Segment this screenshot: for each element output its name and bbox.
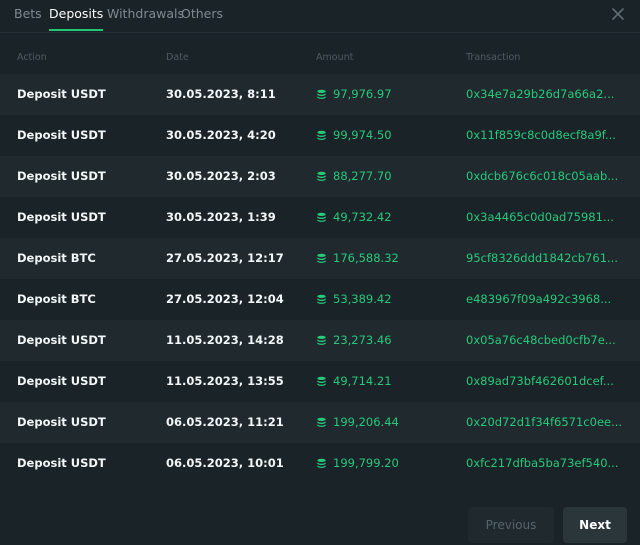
transaction-link[interactable]: 0x20d72d1f34f6571c0ee... bbox=[466, 415, 626, 429]
date-cell: 27.05.2023, 12:04 bbox=[166, 292, 284, 306]
date-cell: 30.05.2023, 1:39 bbox=[166, 210, 276, 224]
transaction-link[interactable]: 0x3a4465c0d0ad75981... bbox=[466, 210, 626, 224]
action-cell: Deposit USDT bbox=[17, 415, 106, 429]
table-row: Deposit USDT 30.05.2023, 1:39 49,732.42 0x3… bbox=[0, 197, 640, 238]
table-row: Deposit USDT 11.05.2023, 13:55 49,714.21 0x… bbox=[0, 361, 640, 402]
coin-stack-icon bbox=[316, 253, 327, 264]
amount-value: 53,389.42 bbox=[333, 292, 392, 306]
coin-stack-icon bbox=[316, 130, 327, 141]
amount-value: 97,976.97 bbox=[333, 87, 392, 101]
coin-stack-icon bbox=[316, 294, 327, 305]
table-row: Deposit USDT 30.05.2023, 2:03 88,277.70 0xd… bbox=[0, 156, 640, 197]
date-cell: 06.05.2023, 10:01 bbox=[166, 456, 284, 470]
amount-value: 88,277.70 bbox=[333, 169, 392, 183]
tab-withdrawals[interactable]: Withdrawals bbox=[107, 6, 184, 29]
transaction-link[interactable]: 0x05a76c48cbed0cfb7e... bbox=[466, 333, 626, 347]
amount-value: 199,799.20 bbox=[333, 456, 399, 470]
action-cell: Deposit BTC bbox=[17, 251, 96, 265]
date-cell: 30.05.2023, 2:03 bbox=[166, 169, 276, 183]
transaction-link[interactable]: 0x11f859c8c0d8ecf8a9f... bbox=[466, 128, 626, 142]
tab-others[interactable]: Others bbox=[181, 6, 223, 29]
table-row: Deposit BTC 27.05.2023, 12:17 176,588.32 95… bbox=[0, 238, 640, 279]
action-cell: Deposit USDT bbox=[17, 169, 106, 183]
transaction-link[interactable]: 0x34e7a29b26d7a66a2... bbox=[466, 87, 626, 101]
coin-stack-icon bbox=[316, 89, 327, 100]
coin-stack-icon bbox=[316, 212, 327, 223]
amount-cell: 199,799.20 bbox=[316, 456, 399, 470]
amount-cell: 88,277.70 bbox=[316, 169, 392, 183]
table-row: Deposit USDT 06.05.2023, 11:21 199,206.44 0… bbox=[0, 402, 640, 443]
date-cell: 06.05.2023, 11:21 bbox=[166, 415, 284, 429]
table-row: Deposit USDT 06.05.2023, 10:01 199,799.20 0… bbox=[0, 443, 640, 484]
tab-deposits[interactable]: Deposits bbox=[49, 6, 104, 31]
amount-cell: 97,976.97 bbox=[316, 87, 392, 101]
amount-value: 176,588.32 bbox=[333, 251, 399, 265]
tab-bets[interactable]: Bets bbox=[14, 6, 42, 29]
transaction-link[interactable]: 0xfc217dfba5ba73ef540... bbox=[466, 456, 626, 470]
table-row: Deposit USDT 30.05.2023, 4:20 99,974.50 0x1… bbox=[0, 115, 640, 156]
date-cell: 30.05.2023, 4:20 bbox=[166, 128, 276, 142]
transaction-link[interactable]: 0xdcb676c6c018c05aab... bbox=[466, 169, 626, 183]
coin-stack-icon bbox=[316, 171, 327, 182]
column-header-transaction: Transaction bbox=[466, 52, 521, 63]
date-cell: 11.05.2023, 14:28 bbox=[166, 333, 284, 347]
previous-button[interactable]: Previous bbox=[468, 507, 554, 543]
amount-value: 23,273.46 bbox=[333, 333, 392, 347]
amount-cell: 53,389.42 bbox=[316, 292, 392, 306]
date-cell: 27.05.2023, 12:17 bbox=[166, 251, 284, 265]
action-cell: Deposit USDT bbox=[17, 87, 106, 101]
transaction-link[interactable]: 0x89ad73bf462601dcef... bbox=[466, 374, 626, 388]
date-cell: 30.05.2023, 8:11 bbox=[166, 87, 276, 101]
table-header: Action Date Amount Transaction bbox=[0, 48, 640, 68]
amount-cell: 99,974.50 bbox=[316, 128, 392, 142]
transaction-link[interactable]: e483967f09a492c3968... bbox=[466, 292, 626, 306]
amount-cell: 176,588.32 bbox=[316, 251, 399, 265]
action-cell: Deposit USDT bbox=[17, 333, 106, 347]
next-button[interactable]: Next bbox=[563, 507, 627, 543]
date-cell: 11.05.2023, 13:55 bbox=[166, 374, 284, 388]
action-cell: Deposit USDT bbox=[17, 456, 106, 470]
coin-stack-icon bbox=[316, 335, 327, 346]
coin-stack-icon bbox=[316, 376, 327, 387]
amount-cell: 23,273.46 bbox=[316, 333, 392, 347]
column-header-amount: Amount bbox=[316, 52, 354, 63]
table-row: Deposit BTC 27.05.2023, 12:04 53,389.42 e48… bbox=[0, 279, 640, 320]
action-cell: Deposit USDT bbox=[17, 128, 106, 142]
action-cell: Deposit BTC bbox=[17, 292, 96, 306]
coin-stack-icon bbox=[316, 458, 327, 469]
amount-value: 49,714.21 bbox=[333, 374, 392, 388]
amount-cell: 49,714.21 bbox=[316, 374, 392, 388]
amount-value: 99,974.50 bbox=[333, 128, 392, 142]
column-header-action: Action bbox=[17, 52, 47, 63]
amount-value: 49,732.42 bbox=[333, 210, 392, 224]
transaction-link[interactable]: 95cf8326ddd1842cb761... bbox=[466, 251, 626, 265]
column-header-date: Date bbox=[166, 52, 189, 63]
table-row: Deposit USDT 11.05.2023, 14:28 23,273.46 0x… bbox=[0, 320, 640, 361]
amount-cell: 199,206.44 bbox=[316, 415, 399, 429]
close-icon[interactable] bbox=[610, 6, 626, 22]
action-cell: Deposit USDT bbox=[17, 374, 106, 388]
tab-bar: Bets Deposits Withdrawals Others bbox=[0, 0, 640, 33]
amount-cell: 49,732.42 bbox=[316, 210, 392, 224]
action-cell: Deposit USDT bbox=[17, 210, 106, 224]
amount-value: 199,206.44 bbox=[333, 415, 399, 429]
coin-stack-icon bbox=[316, 417, 327, 428]
table-row: Deposit USDT 30.05.2023, 8:11 97,976.97 0x3… bbox=[0, 74, 640, 115]
